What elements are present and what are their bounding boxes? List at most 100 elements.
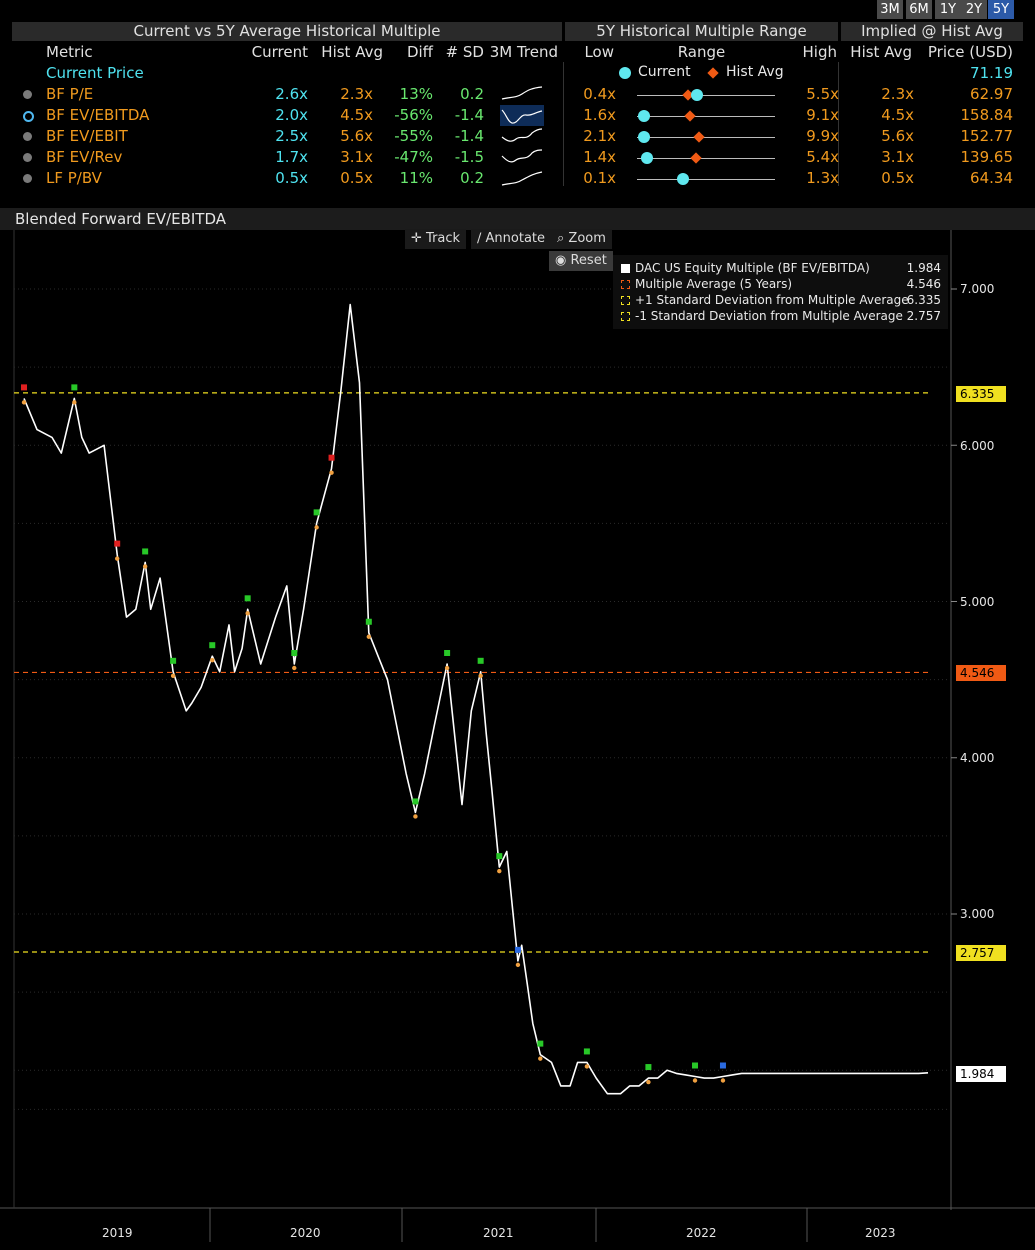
event-dot — [21, 400, 27, 405]
y-tick-label: 3.000 — [960, 907, 995, 921]
col-range[interactable]: Range — [625, 43, 778, 61]
row-selector-dot[interactable] — [23, 111, 34, 122]
event-marker[interactable] — [583, 1048, 590, 1055]
hist-avg-marker — [689, 152, 702, 164]
event-marker[interactable] — [514, 946, 521, 953]
col-low[interactable]: Low — [560, 43, 614, 61]
magnifier-icon: ⌕ — [557, 231, 565, 246]
metric-name[interactable]: BF P/E — [46, 85, 93, 103]
period-5y-button[interactable]: 5Y — [988, 0, 1014, 19]
col-metric[interactable]: Metric — [46, 43, 93, 61]
reset-button[interactable]: ◉ Reset — [549, 251, 613, 271]
event-dot — [366, 634, 372, 639]
period-2y-button[interactable]: 2Y — [961, 0, 987, 19]
event-dot — [646, 1079, 651, 1085]
track-button[interactable]: ✛ Track — [405, 229, 467, 249]
event-marker[interactable] — [477, 657, 484, 664]
metric-name[interactable]: LF P/BV — [46, 169, 102, 187]
implied-price: 62.97 — [970, 85, 1013, 103]
col-diff[interactable]: Diff — [380, 43, 433, 61]
event-marker[interactable] — [328, 454, 335, 461]
row-selector-dot[interactable] — [23, 153, 32, 162]
metric-diff: 13% — [399, 85, 433, 103]
row-selector-dot[interactable] — [23, 90, 32, 99]
legend-item-minus-sd[interactable]: -1 Standard Deviation from Multiple Aver… — [621, 309, 941, 323]
event-marker[interactable] — [412, 798, 419, 805]
legend-label: DAC US Equity Multiple (BF EV/EBITDA) — [635, 261, 870, 275]
trend-sparkline[interactable] — [500, 105, 544, 126]
col-high[interactable]: High — [780, 43, 837, 61]
metric-name[interactable]: BF EV/Rev — [46, 148, 122, 166]
event-dot — [584, 1064, 590, 1069]
row-selector-dot[interactable] — [23, 132, 32, 141]
event-marker[interactable] — [444, 650, 451, 656]
pencil-icon: ∕ — [477, 231, 482, 246]
trend-sparkline[interactable] — [500, 147, 544, 168]
period-1y-button[interactable]: 1Y — [935, 0, 961, 19]
event-marker[interactable] — [537, 1040, 544, 1047]
track-label: Track — [426, 231, 461, 246]
event-marker[interactable] — [496, 853, 503, 860]
current-price-label: Current Price — [46, 64, 144, 82]
multiple-series-line[interactable] — [23, 303, 929, 1095]
implied-price: 139.65 — [960, 148, 1014, 166]
multiples-table: 3M 6M 1Y 2Y 5Y Current vs 5Y Average His… — [0, 0, 1035, 192]
event-marker[interactable] — [71, 384, 78, 391]
group-header-right: Implied @ Hist Avg — [841, 22, 1023, 41]
row-selector-dot[interactable] — [23, 174, 32, 183]
event-marker[interactable] — [719, 1062, 726, 1069]
col-current[interactable]: Current — [230, 43, 308, 61]
chart-title: Blended Forward EV/EBITDA — [15, 210, 227, 228]
legend-item-plus-sd[interactable]: +1 Standard Deviation from Multiple Aver… — [621, 293, 941, 307]
metric-sd: 0.2 — [460, 169, 484, 187]
col-hist-avg[interactable]: Hist Avg — [300, 43, 383, 61]
event-marker[interactable] — [645, 1064, 652, 1071]
current-price-value: 71.19 — [970, 64, 1013, 82]
metric-sd: -1.4 — [454, 127, 484, 145]
col-impl-hist-avg[interactable]: Hist Avg — [840, 43, 912, 61]
period-3m-button[interactable]: 3M — [877, 0, 903, 19]
chart-title-bar: Blended Forward EV/EBITDA — [0, 208, 1035, 230]
range-track — [637, 158, 775, 159]
event-marker[interactable] — [313, 509, 320, 516]
zoom-button[interactable]: ⌕ Zoom — [551, 229, 612, 249]
col-price[interactable]: Price (USD) — [915, 43, 1013, 61]
metric-high: 9.1x — [806, 106, 839, 124]
trend-sparkline[interactable] — [500, 126, 544, 147]
metric-hist-avg: 3.1x — [340, 148, 373, 166]
event-marker[interactable] — [692, 1062, 699, 1069]
legend-item-average[interactable]: Multiple Average (5 Years) 4.546 — [621, 277, 941, 291]
legend-item-multiple[interactable]: DAC US Equity Multiple (BF EV/EBITDA) 1.9… — [621, 261, 941, 275]
legend-swatch — [621, 264, 630, 273]
event-marker[interactable] — [170, 657, 177, 664]
event-marker[interactable] — [209, 642, 216, 649]
event-dot — [692, 1078, 698, 1083]
metric-current: 2.0x — [275, 106, 308, 124]
hist-avg-marker — [684, 110, 697, 122]
metric-hist-avg: 5.6x — [340, 127, 373, 145]
implied-price: 64.34 — [970, 169, 1013, 187]
event-marker[interactable] — [291, 650, 298, 656]
legend-swatch — [621, 280, 630, 289]
period-6m-button[interactable]: 6M — [906, 0, 932, 19]
group-header-mid: 5Y Historical Multiple Range — [565, 22, 838, 41]
event-marker[interactable] — [365, 618, 372, 625]
metric-name[interactable]: BF EV/EBIT — [46, 127, 128, 145]
event-marker[interactable] — [114, 540, 121, 547]
implied-hist-avg: 0.5x — [881, 169, 914, 187]
trend-sparkline[interactable] — [500, 168, 544, 189]
event-marker[interactable] — [244, 595, 251, 602]
event-marker[interactable] — [142, 548, 149, 555]
event-dot — [478, 673, 483, 679]
col-sd[interactable]: # SD — [430, 43, 484, 61]
annotate-button[interactable]: ∕ Annotate — [471, 229, 552, 249]
metric-low: 1.4x — [583, 148, 616, 166]
range-track — [637, 137, 775, 138]
y-tick-label: 4.000 — [960, 751, 995, 765]
reset-icon: ◉ — [555, 253, 567, 268]
trend-sparkline[interactable] — [500, 84, 544, 105]
col-trend[interactable]: 3M Trend — [480, 43, 558, 61]
metric-name[interactable]: BF EV/EBITDA — [46, 106, 149, 124]
multiple-chart[interactable] — [0, 230, 1035, 1250]
event-marker[interactable] — [21, 384, 27, 391]
